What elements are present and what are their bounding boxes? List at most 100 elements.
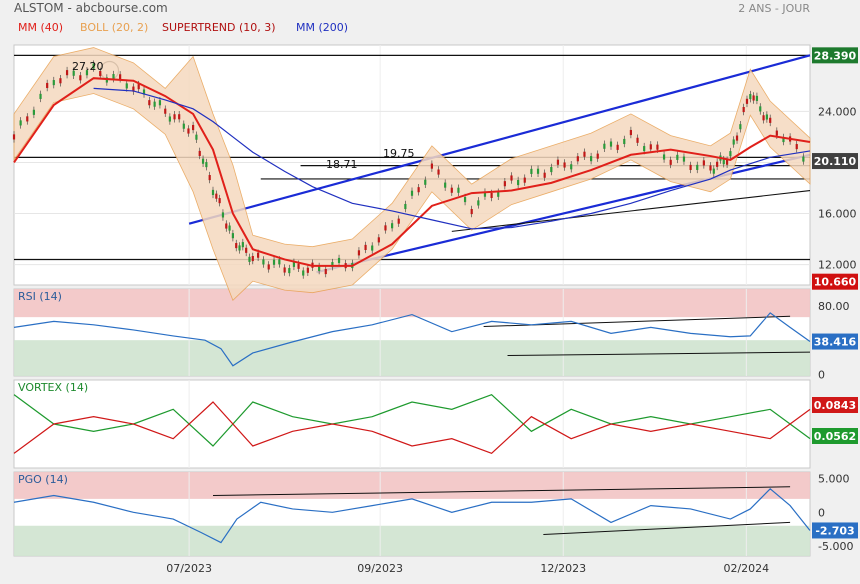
candle-body	[248, 256, 251, 262]
candle-body	[158, 100, 162, 106]
candle-body	[497, 191, 500, 197]
candle-body	[198, 150, 201, 156]
candle-body	[391, 223, 394, 229]
pgo-upper-zone	[14, 472, 810, 499]
vortex-minus-badge: 0.0562	[814, 430, 856, 443]
candle-body	[125, 83, 128, 89]
price-tick-label: 24.000	[818, 105, 857, 118]
candle-body	[168, 116, 171, 122]
candle-body	[523, 177, 526, 183]
period-label: 2 ANS - JOUR	[738, 2, 810, 15]
candle-body	[297, 263, 300, 269]
candle-body	[682, 156, 686, 162]
legend-supertrend: SUPERTREND (10, 3)	[162, 21, 276, 34]
candle-body	[530, 168, 533, 174]
legend-mm200: MM (200)	[296, 21, 348, 34]
pgo-tick-label: -5.000	[818, 540, 853, 553]
candle-body	[636, 137, 639, 143]
candle-body	[238, 245, 241, 251]
candle-body	[324, 268, 327, 275]
rsi-value-badge: 38.416	[814, 336, 857, 349]
candle-body	[752, 95, 755, 101]
candle-body	[795, 144, 798, 150]
candle-body	[278, 259, 281, 265]
candle-body	[463, 196, 467, 203]
candle-body	[477, 200, 480, 206]
candle-body	[769, 117, 772, 123]
candle-body	[306, 267, 309, 273]
candle-body	[583, 151, 586, 157]
price-badge-2: 10.660	[814, 276, 857, 289]
candle-body	[410, 190, 414, 196]
candle-body	[178, 114, 181, 120]
candle-body	[187, 128, 190, 134]
pgo-value-badge: -2.703	[815, 524, 854, 537]
candle-body	[137, 84, 140, 90]
candle-body	[735, 135, 739, 141]
candle-body	[153, 101, 156, 107]
candle-body	[709, 165, 712, 171]
candle-body	[775, 130, 778, 136]
x-tick-label: 09/2023	[357, 562, 403, 575]
candle-body	[404, 203, 407, 210]
candle-body	[267, 264, 270, 270]
candle-body	[702, 160, 705, 166]
candle-body	[490, 192, 493, 198]
candle-body	[556, 159, 560, 165]
annotation-19-75: 19.75	[383, 147, 415, 160]
rsi-tick-label: 80.00	[818, 300, 850, 313]
candle-body	[272, 259, 276, 265]
legend-boll: BOLL (20, 2)	[80, 21, 148, 34]
pgo-panel-title: PGO (14)	[18, 473, 68, 486]
candle-body	[59, 78, 62, 84]
candle-body	[215, 193, 218, 199]
candle-body	[745, 98, 749, 104]
vortex-panel-title: VORTEX (14)	[18, 381, 88, 394]
candle-body	[39, 93, 42, 99]
candle-body	[221, 212, 225, 218]
candle-body	[225, 223, 228, 229]
candle-body	[662, 154, 666, 160]
x-tick-label: 12/2023	[540, 562, 586, 575]
candle-body	[79, 75, 82, 81]
candle-body	[371, 245, 374, 251]
candle-body	[444, 182, 447, 188]
candle-body	[470, 208, 473, 215]
candle-body	[337, 257, 341, 264]
candle-body	[596, 153, 599, 159]
candle-body	[164, 108, 167, 114]
candle-body	[211, 189, 215, 195]
candle-body	[590, 156, 593, 162]
candle-body	[649, 144, 652, 150]
candle-body	[148, 100, 151, 106]
candle-body	[417, 187, 420, 193]
candle-body	[208, 175, 211, 181]
candle-body	[629, 129, 632, 136]
candle-body	[195, 134, 198, 140]
rsi-tick-label: 0	[818, 368, 825, 381]
candle-body	[173, 114, 176, 120]
candle-body	[430, 163, 433, 169]
candle-body	[722, 159, 725, 165]
price-tick-label: 16.000	[818, 208, 857, 221]
candle-body	[749, 94, 752, 100]
candle-body	[46, 82, 49, 89]
pgo-tick-label: 5.000	[818, 473, 850, 486]
candle-body	[517, 179, 520, 186]
candle-body	[543, 172, 546, 178]
candle-body	[570, 164, 573, 170]
candle-body	[52, 80, 55, 86]
candle-body	[739, 124, 742, 130]
stock-chart-figure: ALSTOM - abcbourse.com 2 ANS - JOUR MM (…	[0, 0, 860, 580]
candle-body	[510, 175, 513, 181]
candle-body	[424, 179, 427, 185]
candle-body	[643, 146, 646, 152]
candle-body	[384, 225, 387, 231]
candle-body	[437, 169, 440, 175]
candle-body	[765, 114, 768, 120]
candle-body	[536, 168, 540, 174]
candle-body	[457, 187, 460, 193]
candle-body	[576, 156, 579, 162]
candle-body	[563, 162, 566, 168]
candle-body	[262, 259, 265, 265]
